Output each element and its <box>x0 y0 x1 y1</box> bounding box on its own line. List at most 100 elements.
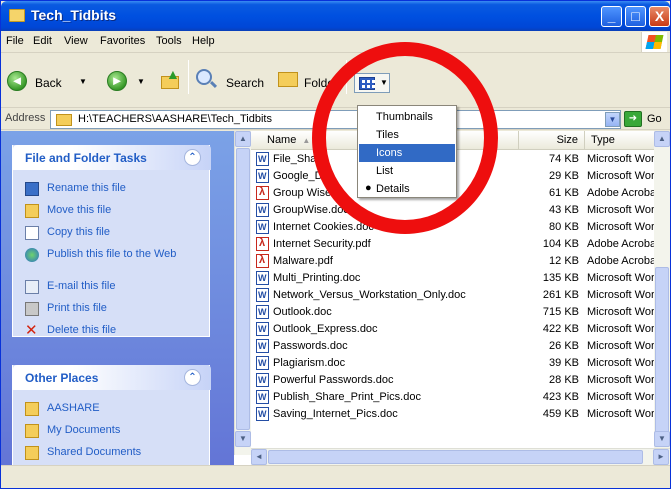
folder-icon <box>56 114 72 126</box>
globe-icon <box>25 248 39 262</box>
window-title: Tech_Tidbits <box>31 7 117 23</box>
forward-button[interactable]: ► ▼ <box>107 65 151 97</box>
panel-header[interactable]: Other Places ⌃ <box>13 365 211 390</box>
up-folder-button[interactable]: ▲ <box>161 66 180 90</box>
forward-arrow-icon: ► <box>107 71 127 91</box>
sort-ascending-icon: ▲ <box>302 136 311 145</box>
maximize-icon: □ <box>631 8 640 24</box>
file-name: Internet Cookies.doc <box>273 221 374 233</box>
pdf-document-icon <box>256 237 269 251</box>
panel-title: File and Folder Tasks <box>25 151 147 165</box>
search-button[interactable]: Search <box>196 65 266 97</box>
file-row[interactable]: Internet Cookies.doc80 KBMicrosoft Word … <box>251 219 670 236</box>
file-size: 715 KB <box>542 306 579 318</box>
file-row[interactable]: Powerful Passwords.doc28 KBMicrosoft Wor… <box>251 372 670 389</box>
column-size[interactable]: Size <box>519 131 585 150</box>
collapse-chevron-icon[interactable]: ⌃ <box>184 149 201 166</box>
file-size: 80 KB <box>549 221 579 233</box>
file-folder-tasks-panel: File and Folder Tasks ⌃ Rename this file… <box>12 145 211 339</box>
file-row[interactable]: Network_Versus_Workstation_Only.doc 261 K… <box>251 287 670 304</box>
place-label: My Documents <box>47 424 121 436</box>
file-size: 43 KB <box>549 204 579 216</box>
menu-edit[interactable]: Edit <box>33 35 52 47</box>
file-row[interactable]: Outlook_Express.doc422 KBMicrosoft Word … <box>251 321 670 338</box>
file-size: 74 KB <box>549 153 579 165</box>
file-row[interactable]: Passwords.doc26 KBMicrosoft Word I <box>251 338 670 355</box>
scrollbar-thumb[interactable] <box>655 267 669 439</box>
scroll-up-icon[interactable]: ▲ <box>235 131 251 147</box>
scrollbar-thumb[interactable] <box>236 148 250 430</box>
scroll-down-icon[interactable]: ▼ <box>235 431 251 447</box>
file-size: 459 KB <box>542 408 579 420</box>
folders-icon <box>278 72 298 87</box>
address-value: H:\TEACHERS\AASHARE\Tech_Tidbits <box>78 113 272 125</box>
address-dropdown-icon[interactable]: ▼ <box>605 112 620 127</box>
folder-icon <box>9 9 25 22</box>
file-row[interactable]: Outlook.doc715 KBMicrosoft Word I <box>251 304 670 321</box>
back-arrow-icon: ◄ <box>7 71 27 91</box>
menu-file[interactable]: File <box>6 35 24 47</box>
file-row[interactable]: Plagiarism.doc39 KBMicrosoft Word I <box>251 355 670 372</box>
file-name: Internet Security.pdf <box>273 238 371 250</box>
panel-header[interactable]: File and Folder Tasks ⌃ <box>13 145 211 170</box>
file-name: Saving_Internet_Pics.doc <box>273 408 398 420</box>
file-name: Powerful Passwords.doc <box>273 374 394 386</box>
back-button[interactable]: ◄ Back ▼ <box>5 65 93 97</box>
back-dropdown-icon[interactable]: ▼ <box>79 77 87 86</box>
move-icon <box>25 204 39 218</box>
file-size: 135 KB <box>542 272 579 284</box>
word-document-icon <box>256 271 269 285</box>
title-bar[interactable]: Tech_Tidbits _ □ X <box>1 1 670 31</box>
word-document-icon <box>256 152 269 166</box>
address-label: Address <box>5 112 46 124</box>
email-icon <box>25 280 39 294</box>
menu-view[interactable]: View <box>64 35 88 47</box>
pdf-document-icon <box>256 254 269 268</box>
file-size: 39 KB <box>549 357 579 369</box>
shared-folder-icon <box>25 446 39 460</box>
word-document-icon <box>256 373 269 387</box>
file-name: Multi_Printing.doc <box>273 272 361 284</box>
task-label: Move this file <box>47 204 112 216</box>
task-pane: File and Folder Tasks ⌃ Rename this file… <box>1 131 234 465</box>
forward-dropdown-icon[interactable]: ▼ <box>137 77 145 86</box>
file-row[interactable]: Internet Security.pdf104 KBAdobe Acrobat… <box>251 236 670 253</box>
place-label: AASHARE <box>47 402 100 414</box>
task-pane-scrollbar[interactable]: ▲ ▼ <box>234 131 251 455</box>
file-size: 26 KB <box>549 340 579 352</box>
task-label: E-mail this file <box>47 280 116 292</box>
scroll-down-icon[interactable]: ▼ <box>654 431 670 447</box>
menu-tools[interactable]: Tools <box>156 35 182 47</box>
word-document-icon <box>256 288 269 302</box>
maximize-button[interactable]: □ <box>625 6 646 27</box>
task-label: Print this file <box>47 302 107 314</box>
scroll-up-icon[interactable]: ▲ <box>654 131 670 147</box>
scroll-left-icon[interactable]: ◄ <box>251 449 267 465</box>
menu-favorites[interactable]: Favorites <box>100 35 145 47</box>
file-size: 12 KB <box>549 255 579 267</box>
scroll-right-icon[interactable]: ► <box>653 449 669 465</box>
file-size: 422 KB <box>542 323 579 335</box>
minimize-button[interactable]: _ <box>601 6 622 27</box>
file-name: Network_Versus_Workstation_Only.doc <box>273 289 466 301</box>
go-button[interactable]: Go <box>647 113 662 125</box>
file-row[interactable]: Saving_Internet_Pics.doc459 KBMicrosoft … <box>251 406 670 423</box>
close-button[interactable]: X <box>649 6 670 27</box>
windows-flag-icon <box>645 35 664 49</box>
scrollbar-thumb[interactable] <box>268 450 643 464</box>
horizontal-scrollbar[interactable]: ◄ ► <box>251 448 670 465</box>
file-row[interactable]: Publish_Share_Print_Pics.doc423 KBMicros… <box>251 389 670 406</box>
file-name: Outlook.doc <box>273 306 332 318</box>
go-arrow-icon[interactable]: ➜ <box>624 111 642 127</box>
minimize-icon: _ <box>607 8 616 24</box>
word-document-icon <box>256 339 269 353</box>
delete-icon: ✕ <box>25 322 38 339</box>
file-row[interactable]: Multi_Printing.doc135 KBMicrosoft Word I <box>251 270 670 287</box>
search-label: Search <box>226 76 265 90</box>
file-name: Passwords.doc <box>273 340 348 352</box>
menu-help[interactable]: Help <box>192 35 215 47</box>
vertical-scrollbar[interactable]: ▲ ▼ <box>654 131 670 455</box>
collapse-chevron-icon[interactable]: ⌃ <box>184 369 201 386</box>
file-name: GroupWise.doc <box>273 204 349 216</box>
file-row[interactable]: Malware.pdf12 KBAdobe Acrobat 7 <box>251 253 670 270</box>
